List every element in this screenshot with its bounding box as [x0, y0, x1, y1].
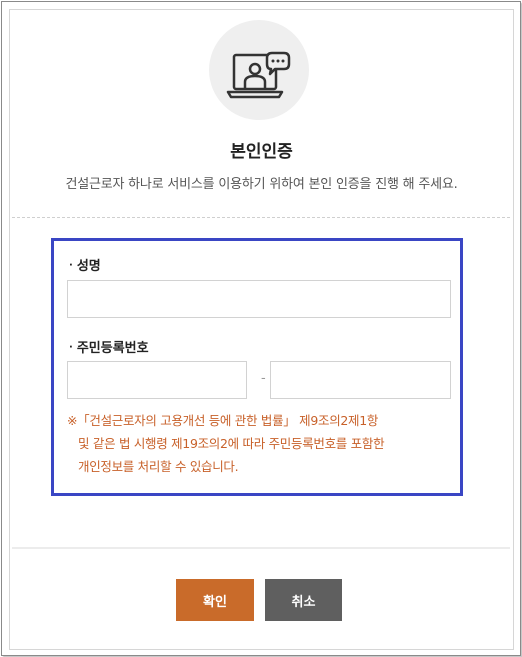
identity-form-highlight: · 성명 · 주민등록번호 - ※「건설근로자의 고용개선 등에 관한 법률」 제9…: [51, 238, 463, 496]
rrn-label-text: 주민등록번호: [76, 341, 149, 356]
confirm-button[interactable]: 확인: [176, 579, 254, 621]
notice-line: 개인정보를 처리할 수 있습니다.: [78, 459, 239, 474]
page-title: 본인인증: [230, 142, 293, 162]
name-label: · 성명: [69, 255, 101, 274]
rrn-back-input[interactable]: [270, 361, 451, 399]
identity-illustration: [209, 20, 309, 120]
video-call-icon: [226, 51, 291, 99]
rrn-front-input[interactable]: [67, 361, 247, 399]
divider: [12, 217, 510, 218]
name-label-text: 성명: [76, 259, 101, 274]
name-input[interactable]: [67, 280, 451, 318]
rrn-separator: -: [261, 371, 266, 386]
privacy-notice: ※「건설근로자의 고용개선 등에 관한 법률」 제9조의2제1항 및 같은 법 …: [67, 409, 452, 478]
footer-divider: [12, 547, 510, 549]
notice-line: ※「건설근로자의 고용개선 등에 관한 법률」 제9조의2제1항: [67, 413, 379, 428]
notice-line: 및 같은 법 시행령 제19조의2에 따라 주민등록번호를 포함한: [78, 436, 385, 451]
dialog-window: 본인인증 건설근로자 하나로 서비스를 이용하기 위하여 본인 인증을 진행 해…: [1, 1, 521, 656]
bullet-icon: ·: [69, 260, 73, 271]
rrn-label: · 주민등록번호: [69, 337, 149, 356]
page-subtitle: 건설근로자 하나로 서비스를 이용하기 위하여 본인 인증을 진행 해 주세요.: [65, 177, 458, 192]
bullet-icon: ·: [69, 342, 73, 353]
dialog-panel: 본인인증 건설근로자 하나로 서비스를 이용하기 위하여 본인 인증을 진행 해…: [9, 9, 514, 650]
cancel-button[interactable]: 취소: [265, 579, 342, 621]
